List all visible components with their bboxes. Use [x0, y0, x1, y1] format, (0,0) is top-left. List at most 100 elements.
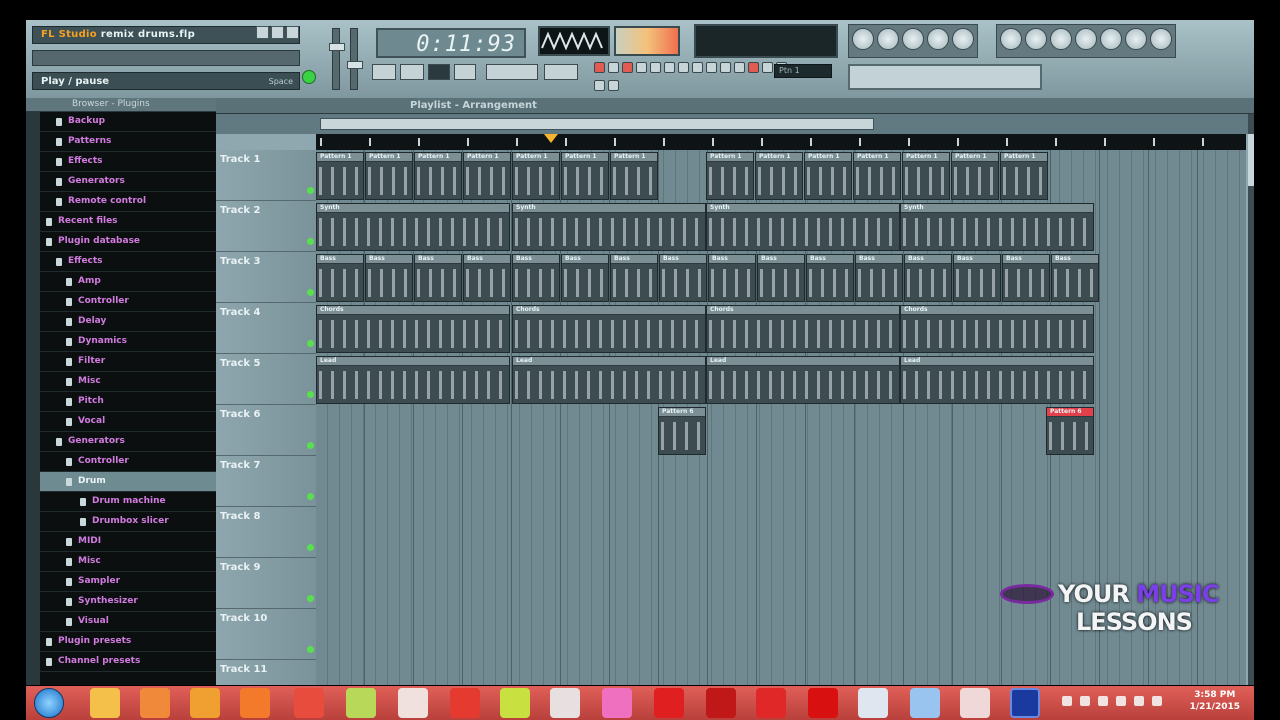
clip-title-bar[interactable]: Chords	[707, 306, 899, 315]
vertical-scroll-thumb[interactable]	[1248, 134, 1254, 186]
clip-title-bar[interactable]: Pattern 1	[366, 153, 412, 162]
clip-title-bar[interactable]: Pattern 1	[464, 153, 510, 162]
track-header[interactable]: Track 3	[216, 252, 316, 303]
track-header[interactable]: Track 10	[216, 609, 316, 660]
piano-roll-icon[interactable]	[877, 28, 899, 50]
track-mute-led-icon[interactable]	[307, 238, 314, 245]
clip-title-bar[interactable]: Pattern 1	[854, 153, 900, 162]
track-header[interactable]: Track 1	[216, 150, 316, 201]
browser-item[interactable]: Filter	[40, 352, 216, 372]
browser-item[interactable]: Misc	[40, 552, 216, 572]
pattern-clip[interactable]: Bass	[757, 254, 805, 302]
track-mute-led-icon[interactable]	[307, 646, 314, 653]
pattern-clip[interactable]: Pattern 6	[1046, 407, 1094, 455]
browser-icon[interactable]	[952, 28, 974, 50]
media-icon[interactable]	[140, 688, 170, 718]
pattern-clip[interactable]: Bass	[316, 254, 364, 302]
clip-title-bar[interactable]: Synth	[317, 204, 509, 213]
clip-title-bar[interactable]: Bass	[415, 255, 461, 264]
fader-knob[interactable]	[329, 43, 345, 51]
pattern-clip[interactable]: Chords	[900, 305, 1094, 353]
tool-icon[interactable]	[664, 62, 675, 73]
browser-item[interactable]: Drumbox slicer	[40, 512, 216, 532]
system-clock[interactable]: 3:58 PM 1/21/2015	[1190, 689, 1240, 713]
tempo-button[interactable]	[486, 64, 538, 80]
close-button[interactable]	[286, 26, 299, 39]
playhead-marker-icon[interactable]	[544, 134, 558, 143]
browser-item[interactable]: Dynamics	[40, 332, 216, 352]
playlist-icon[interactable]	[852, 28, 874, 50]
vertical-scrollbar[interactable]	[1248, 114, 1254, 685]
itunes-icon[interactable]	[190, 688, 220, 718]
pattern-clip[interactable]: Chords	[316, 305, 510, 353]
browser-item[interactable]: Plugin database	[40, 232, 216, 252]
clip-title-bar[interactable]: Pattern 1	[805, 153, 851, 162]
clip-title-bar[interactable]: Pattern 1	[707, 153, 753, 162]
browser-item[interactable]: Misc	[40, 372, 216, 392]
pattern-clip[interactable]: Lead	[512, 356, 706, 404]
clip-title-bar[interactable]: Bass	[1052, 255, 1098, 264]
settings-icon[interactable]	[1100, 28, 1122, 50]
master-volume-fader[interactable]	[329, 28, 345, 90]
clip-title-bar[interactable]: Pattern 1	[317, 153, 363, 162]
browser-item[interactable]: Generators	[40, 172, 216, 192]
pattern-clip[interactable]: Pattern 1	[414, 152, 462, 200]
master-pitch-fader[interactable]	[347, 28, 363, 90]
pattern-clip[interactable]: Pattern 1	[951, 152, 999, 200]
start-button-icon[interactable]	[34, 688, 64, 718]
track-mute-led-icon[interactable]	[307, 187, 314, 194]
maximize-button[interactable]	[271, 26, 284, 39]
track-header[interactable]: Track 6	[216, 405, 316, 456]
pattern-clip[interactable]: Pattern 1	[365, 152, 413, 200]
track-header[interactable]: Track 7	[216, 456, 316, 507]
browser-item[interactable]: MIDI	[40, 532, 216, 552]
tool-icon[interactable]	[720, 62, 731, 73]
pattern-clip[interactable]: Bass	[1051, 254, 1099, 302]
record-icon[interactable]	[748, 62, 759, 73]
calendar-icon[interactable]	[550, 688, 580, 718]
app-icon[interactable]	[960, 688, 990, 718]
app-icon[interactable]	[602, 688, 632, 718]
browser-item[interactable]: Recent files	[40, 212, 216, 232]
pattern-clip[interactable]: Synth	[316, 203, 510, 251]
online-icon[interactable]	[1125, 28, 1147, 50]
pattern-clip[interactable]: Bass	[708, 254, 756, 302]
pattern-clip[interactable]: Synth	[706, 203, 900, 251]
pattern-clip[interactable]: Bass	[414, 254, 462, 302]
pattern-clip[interactable]: Pattern 1	[902, 152, 950, 200]
pattern-clip[interactable]: Pattern 1	[610, 152, 658, 200]
tray-icon[interactable]	[1116, 696, 1126, 706]
render-icon[interactable]	[1075, 28, 1097, 50]
tool-icon[interactable]	[692, 62, 703, 73]
fader-knob[interactable]	[347, 61, 363, 69]
network-icon[interactable]	[1134, 696, 1144, 706]
clip-title-bar[interactable]: Lead	[901, 357, 1093, 366]
clip-title-bar[interactable]: Lead	[317, 357, 509, 366]
pattern-clip[interactable]: Bass	[659, 254, 707, 302]
explorer-icon[interactable]	[90, 688, 120, 718]
pattern-clip[interactable]: Pattern 1	[804, 152, 852, 200]
snap-button[interactable]	[544, 64, 578, 80]
browser-item[interactable]: Drum	[40, 472, 216, 492]
pattern-clip[interactable]: Bass	[610, 254, 658, 302]
clip-title-bar[interactable]: Pattern 6	[1047, 408, 1093, 417]
clip-title-bar[interactable]: Synth	[901, 204, 1093, 213]
clip-title-bar[interactable]: Chords	[901, 306, 1093, 315]
browser-item[interactable]: Channel presets	[40, 652, 216, 672]
track-header[interactable]: Track 5	[216, 354, 316, 405]
tray-arrow-icon[interactable]	[1062, 696, 1072, 706]
pattern-clip[interactable]: Pattern 1	[1000, 152, 1048, 200]
browser-item[interactable]: Pitch	[40, 392, 216, 412]
song-mode-button[interactable]	[400, 64, 424, 80]
clip-title-bar[interactable]: Bass	[611, 255, 657, 264]
tool-icon[interactable]	[678, 62, 689, 73]
track-mute-led-icon[interactable]	[307, 340, 314, 347]
track-mute-led-icon[interactable]	[307, 493, 314, 500]
browser-item[interactable]: Amp	[40, 272, 216, 292]
clip-title-bar[interactable]: Bass	[709, 255, 755, 264]
browser-item[interactable]: Effects	[40, 152, 216, 172]
app-icon[interactable]	[910, 688, 940, 718]
clip-title-bar[interactable]: Pattern 6	[659, 408, 705, 417]
minimize-button[interactable]	[256, 26, 269, 39]
tool-icon[interactable]	[608, 62, 619, 73]
